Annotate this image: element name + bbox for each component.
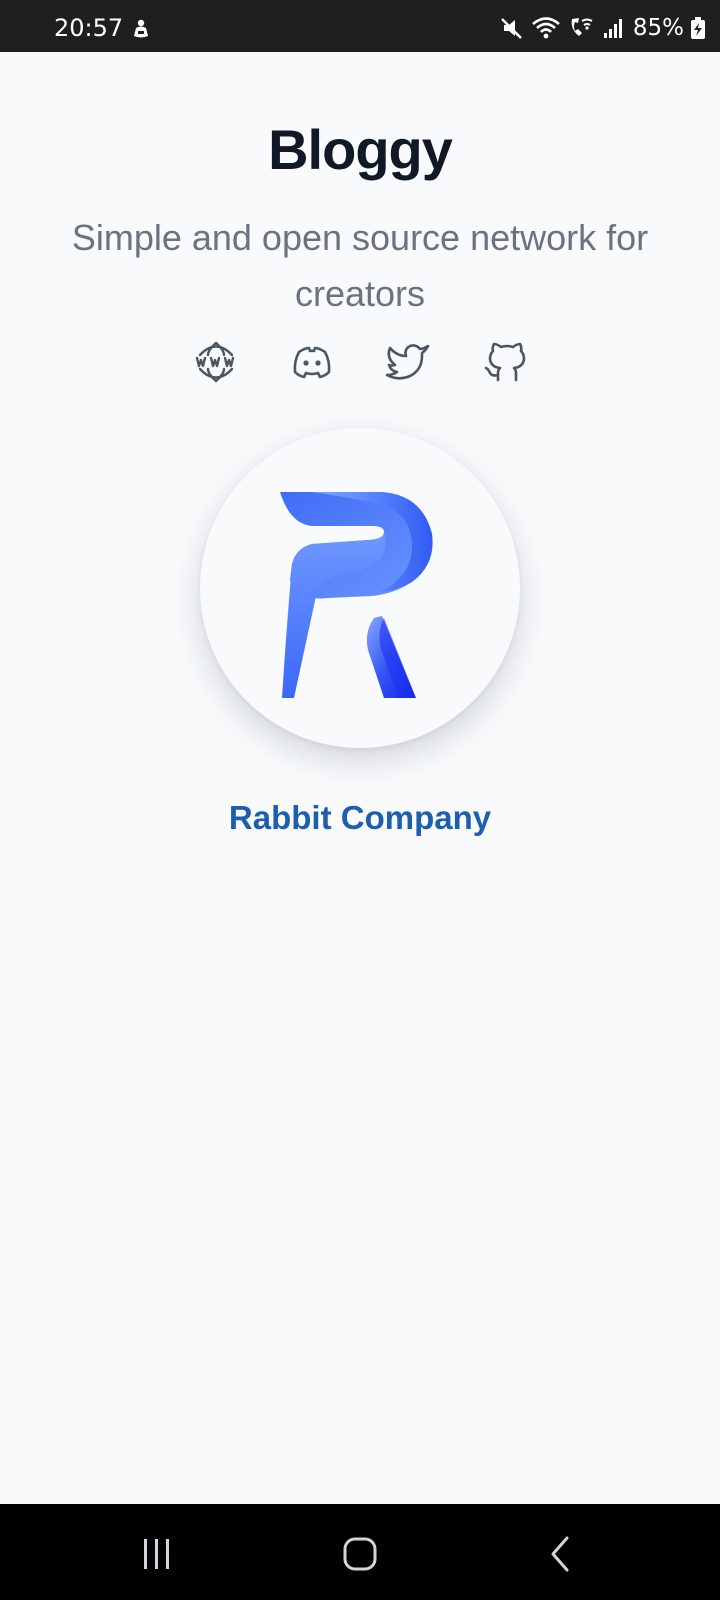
discord-link[interactable] bbox=[288, 338, 336, 386]
home-button[interactable] bbox=[325, 1524, 395, 1584]
signal-icon bbox=[603, 19, 622, 38]
twitter-icon bbox=[385, 344, 430, 380]
github-link[interactable] bbox=[480, 338, 528, 386]
back-button[interactable] bbox=[525, 1524, 595, 1584]
notification-app-icon bbox=[130, 18, 152, 40]
navigation-bar bbox=[0, 1504, 720, 1600]
battery-percentage: 85% bbox=[632, 15, 684, 41]
discord-icon bbox=[293, 346, 331, 379]
recent-apps-icon bbox=[144, 1539, 169, 1569]
home-icon bbox=[343, 1537, 377, 1571]
company-name-link[interactable]: Rabbit Company bbox=[0, 796, 720, 840]
status-time: 20:57 bbox=[54, 14, 124, 42]
github-icon bbox=[484, 342, 526, 382]
status-icons: 85% bbox=[499, 14, 706, 42]
back-chevron-icon bbox=[551, 1536, 569, 1572]
rabbit-company-logo-icon bbox=[280, 492, 433, 698]
wifi-icon bbox=[532, 17, 560, 39]
company-logo-button[interactable] bbox=[200, 428, 520, 748]
recent-apps-button[interactable] bbox=[122, 1524, 192, 1584]
app-screen: 20:57 85% Bloggy Simple and open source … bbox=[0, 0, 720, 1600]
battery-charging-icon bbox=[691, 17, 705, 39]
www-globe-icon bbox=[195, 341, 235, 383]
app-title: Bloggy bbox=[268, 118, 453, 181]
mute-icon bbox=[501, 18, 522, 39]
social-links bbox=[0, 338, 720, 388]
website-link[interactable] bbox=[192, 338, 240, 386]
app-subtitle: Simple and open source network for creat… bbox=[71, 217, 649, 314]
wifi-calling-icon bbox=[571, 18, 593, 36]
twitter-link[interactable] bbox=[384, 338, 432, 386]
status-bar: 20:57 85% bbox=[0, 0, 720, 52]
